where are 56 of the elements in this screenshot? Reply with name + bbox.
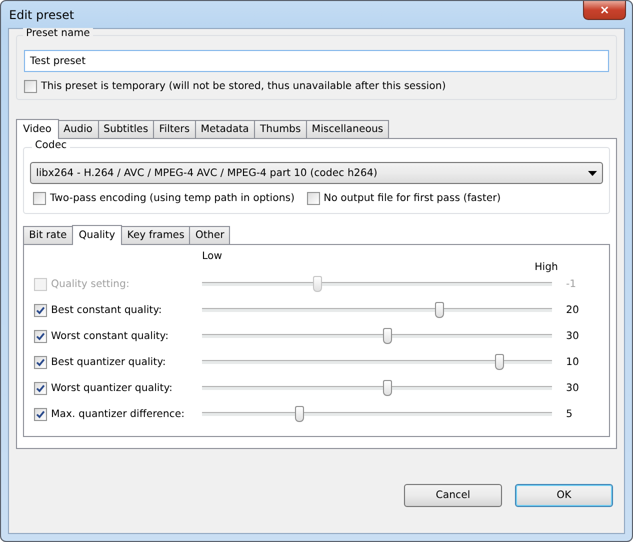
slider-value: 30	[565, 330, 580, 342]
group-label: Preset name	[23, 28, 93, 39]
slider-label: Max. quantizer difference:	[51, 408, 185, 420]
tab[interactable]: Miscellaneous	[306, 120, 390, 138]
dialog-button[interactable]: OK	[515, 484, 613, 506]
slider[interactable]	[202, 380, 552, 396]
group-label: Codec	[32, 140, 70, 151]
checkbox[interactable]	[306, 192, 320, 205]
checkbox[interactable]	[34, 356, 47, 368]
tab[interactable]: Key frames	[121, 226, 190, 244]
slider-label: Worst constant quality:	[51, 330, 169, 342]
close-button[interactable]: ✕	[583, 1, 626, 20]
slider-value: 5	[565, 408, 574, 420]
slider-thumb[interactable]	[295, 406, 304, 422]
slider-label: Worst quantizer quality:	[51, 382, 172, 394]
slider-value: 10	[565, 356, 580, 368]
checkbox[interactable]	[34, 382, 47, 394]
scale-label: High	[534, 262, 558, 273]
slider-thumb[interactable]	[435, 302, 444, 318]
checkbox-label: Two-pass encoding (using temp path in options)	[50, 193, 295, 204]
slider-value: -1	[565, 278, 578, 290]
slider-label: Quality setting:	[51, 278, 130, 290]
slider[interactable]	[202, 354, 552, 370]
dialog-button[interactable]: Cancel	[404, 484, 502, 506]
slider-value: 30	[565, 382, 580, 394]
checkbox-label: This preset is temporary (will not be stored, thus unavailable after this session)	[41, 81, 446, 92]
tab[interactable]: Bit rate	[23, 226, 73, 244]
tab[interactable]: Other	[189, 226, 230, 244]
slider[interactable]	[202, 406, 552, 422]
slider-label: Best quantizer quality:	[51, 356, 166, 368]
checkbox[interactable]	[24, 80, 37, 93]
tab[interactable]: Thumbs	[254, 120, 307, 138]
preset-name-field[interactable]: Test preset	[24, 50, 609, 72]
caret-icon	[588, 170, 597, 176]
slider-thumb[interactable]	[382, 380, 392, 396]
scale-label: Low	[202, 251, 224, 262]
checkbox[interactable]	[34, 330, 47, 342]
codec-dropdown[interactable]: libx264 - H.264 / AVC / MPEG-4 AVC / MPEG-4 part 10 (codec h264)	[30, 162, 603, 184]
tab[interactable]: Metadata	[194, 120, 255, 138]
slider[interactable]	[202, 302, 552, 318]
tab[interactable]: Audio	[58, 120, 99, 138]
tab[interactable]: Quality	[72, 225, 122, 245]
slider[interactable]	[202, 276, 552, 292]
slider-label: Best constant quality:	[51, 304, 162, 316]
window-title: Edit preset	[8, 8, 74, 22]
tab[interactable]: Video	[16, 119, 59, 139]
slider[interactable]	[202, 328, 552, 344]
checkbox[interactable]	[33, 192, 46, 205]
checkbox-label: No output file for first pass (faster)	[324, 193, 501, 204]
tab[interactable]: Subtitles	[98, 120, 154, 138]
checkbox[interactable]	[34, 408, 47, 420]
slider-thumb[interactable]	[494, 354, 504, 370]
tab[interactable]: Filters	[153, 120, 196, 138]
checkbox[interactable]	[34, 304, 47, 316]
slider-value: 20	[565, 304, 580, 316]
slider-thumb[interactable]	[382, 328, 392, 344]
